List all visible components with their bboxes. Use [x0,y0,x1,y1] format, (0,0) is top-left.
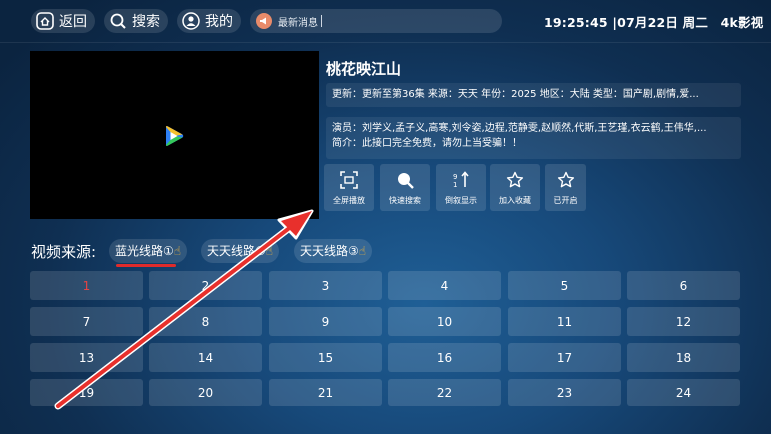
video-description: 演员：刘学义,孟子义,高寒,刘令姿,边程,范静雯,赵顺然,代斯,王艺瑾,衣云鹤,… [326,117,741,159]
episode-button[interactable]: 20 [149,379,262,406]
svg-text:9: 9 [453,173,457,181]
add-favorite-label: 加入收藏 [499,196,531,205]
svg-text:1: 1 [453,181,457,189]
source-label: 视频来源: [31,243,97,261]
episode-button[interactable]: 11 [508,307,621,336]
pointer-icon: ☝ [358,244,367,258]
source-tab-1[interactable]: 蓝光线路①☝ [109,239,188,263]
user-icon [182,12,200,30]
source-tab-label: 天天线路③ [300,244,359,258]
episode-button[interactable]: 19 [30,379,143,406]
news-label: 最新消息 [278,17,318,29]
episode-button[interactable]: 15 [269,343,382,372]
episode-button[interactable]: 23 [508,379,621,406]
episode-button[interactable]: 2 [149,271,262,300]
search-label: 搜索 [132,14,160,30]
news-divider [321,15,322,27]
episode-button[interactable]: 1 [30,271,143,300]
fullscreen-play-label: 全屏播放 [333,196,365,205]
enabled-label: 已开启 [553,196,578,205]
clock-text: 19:25:45 |07月22日 周二 [544,15,709,30]
episode-button[interactable]: 10 [388,307,501,336]
sort-icon: 9 1 [453,171,469,189]
episode-button[interactable]: 8 [149,307,262,336]
quick-search-button[interactable]: 快速搜索 [380,164,430,211]
pointer-icon: ☝ [173,244,182,258]
search-icon [398,173,414,189]
source-tab-3[interactable]: 天天线路③☝ [294,239,373,263]
episode-button[interactable]: 6 [627,271,740,300]
home-icon [36,12,54,30]
episode-button[interactable]: 12 [627,307,740,336]
selected-source-underline [116,264,176,267]
video-meta: 更新：更新至第36集 来源：天天 年份：2025 地区：大陆 类型：国产剧,剧情… [326,83,741,107]
video-title: 桃花映江山 [326,60,402,78]
top-bar: 返回 搜索 我的 最新消息 19:25:45 |07月22日 周二 4k影视 [0,0,771,42]
episode-button[interactable]: 17 [508,343,621,372]
search-icon [109,12,127,30]
header-divider [0,42,771,43]
enabled-button[interactable]: 已开启 [545,164,586,211]
fullscreen-play-button[interactable]: 全屏播放 [324,164,374,211]
source-tab-label: 蓝光线路① [115,244,174,258]
search-button[interactable]: 搜索 [104,9,168,33]
source-tab-label: 天天线路② [207,244,266,258]
mine-label: 我的 [205,14,233,30]
star-icon [557,171,574,188]
episode-button[interactable]: 18 [627,343,740,372]
news-ticker[interactable]: 最新消息 [250,9,502,33]
source-tab-2[interactable]: 天天线路②☝ [201,239,280,263]
back-label: 返回 [59,14,87,30]
episode-button[interactable]: 24 [627,379,740,406]
episode-button[interactable]: 14 [149,343,262,372]
video-cast: 演员：刘学义,孟子义,高寒,刘令姿,边程,范静雯,赵顺然,代斯,王艺瑾,衣云鹤,… [332,123,707,134]
episode-button[interactable]: 16 [388,343,501,372]
reverse-order-label: 倒叙显示 [445,196,477,205]
episode-button[interactable]: 4 [388,271,501,300]
back-button[interactable]: 返回 [31,9,95,33]
episode-button[interactable]: 7 [30,307,143,336]
video-player[interactable] [30,51,319,219]
brand-label: 4k影视 [720,15,764,30]
play-logo-icon [166,125,184,147]
episode-button[interactable]: 3 [269,271,382,300]
episode-button[interactable]: 21 [269,379,382,406]
episode-button[interactable]: 13 [30,343,143,372]
episode-button[interactable]: 22 [388,379,501,406]
episode-button[interactable]: 9 [269,307,382,336]
add-favorite-button[interactable]: 加入收藏 [490,164,540,211]
reverse-order-button[interactable]: 9 1 倒叙显示 [436,164,486,211]
mine-button[interactable]: 我的 [177,9,241,33]
episode-button[interactable]: 5 [508,271,621,300]
video-intro: 简介：此接口完全免费，请勿上当受骗！！ [332,138,522,149]
pointer-icon: ☝ [265,244,274,258]
quick-search-label: 快速搜索 [389,196,421,205]
clock-brand: 19:25:45 |07月22日 周二 4k影视 [544,12,763,31]
fullscreen-icon [340,171,358,189]
star-icon [506,171,524,188]
megaphone-icon [256,13,272,29]
